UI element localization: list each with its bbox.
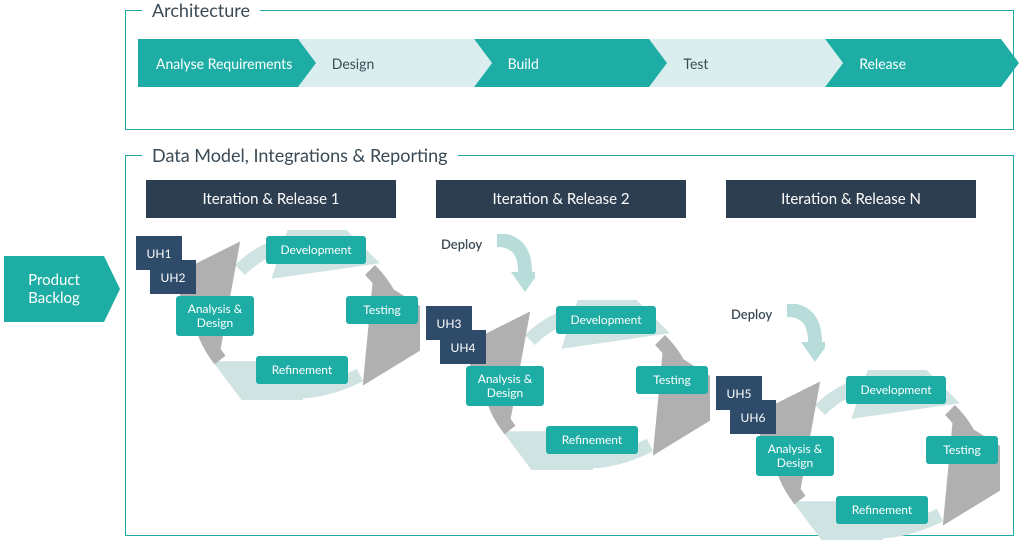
- stage-text: Development: [280, 243, 351, 257]
- iteration-header-3: Iteration & Release N: [726, 180, 976, 218]
- stage-analyse-requirements: Analyse Requirements: [138, 39, 298, 87]
- uh-label: UH4: [451, 340, 476, 355]
- stage-text: Analysis & Design: [474, 372, 536, 400]
- iteration-label: Iteration & Release 1: [202, 190, 339, 208]
- stage-release: Release: [825, 39, 1001, 87]
- backlog-line1: Product: [28, 271, 80, 289]
- stage-analysis-design: Analysis & Design: [466, 366, 544, 406]
- stage-text: Development: [860, 383, 931, 397]
- stage-refinement: Refinement: [546, 426, 638, 454]
- iteration-label: Iteration & Release 2: [492, 190, 629, 208]
- uh-label: UH1: [147, 246, 172, 261]
- iteration-header-2: Iteration & Release 2: [436, 180, 686, 218]
- architecture-panel: Architecture Analyse Requirements Design…: [125, 10, 1014, 130]
- stage-refinement: Refinement: [836, 496, 928, 524]
- stage-development: Development: [846, 376, 946, 404]
- iteration-label: Iteration & Release N: [781, 190, 921, 208]
- deploy-arrow-icon: [781, 304, 825, 364]
- uh-chip-6: UH6: [730, 400, 776, 434]
- architecture-chevron-row: Analyse Requirements Design Build Test R…: [138, 39, 1001, 87]
- stage-text: Refinement: [562, 433, 622, 447]
- stage-text: Development: [570, 313, 641, 327]
- stage-text: Refinement: [852, 503, 912, 517]
- stage-testing: Testing: [636, 366, 708, 394]
- stage-text: Testing: [943, 443, 980, 457]
- iteration-header-1: Iteration & Release 1: [146, 180, 396, 218]
- deploy-label-1: Deploy: [441, 236, 482, 252]
- stage-label: Release: [859, 55, 906, 72]
- stage-testing: Testing: [926, 436, 998, 464]
- cycle-2: UH3 UH4 Development Testing Refinement A…: [426, 296, 716, 486]
- stage-design: Design: [298, 39, 474, 87]
- stage-label: Build: [508, 55, 539, 72]
- stage-testing: Testing: [346, 296, 418, 324]
- stage-analysis-design: Analysis & Design: [756, 436, 834, 476]
- stage-build: Build: [474, 39, 650, 87]
- stage-development: Development: [266, 236, 366, 264]
- uh-label: UH2: [161, 270, 186, 285]
- stage-label: Design: [332, 55, 374, 72]
- stage-text: Analysis & Design: [764, 442, 826, 470]
- deploy-label-2: Deploy: [731, 306, 772, 322]
- stage-analysis-design: Analysis & Design: [176, 296, 254, 336]
- cycle-3: UH5 UH6 Development Testing Refinement A…: [716, 366, 1006, 556]
- product-backlog-badge: Product Backlog: [4, 256, 104, 322]
- cycle-1: UH1 UH2 Development Testing Refinement A…: [136, 226, 426, 416]
- stage-text: Analysis & Design: [184, 302, 246, 330]
- data-model-panel: Data Model, Integrations & Reporting Pro…: [125, 155, 1014, 536]
- stage-label: Test: [683, 55, 708, 72]
- uh-label: UH3: [437, 316, 462, 331]
- backlog-line2: Backlog: [28, 289, 80, 307]
- uh-label: UH5: [727, 386, 752, 401]
- stage-refinement: Refinement: [256, 356, 348, 384]
- stage-text: Testing: [363, 303, 400, 317]
- uh-chip-4: UH4: [440, 330, 486, 364]
- uh-label: UH6: [741, 410, 766, 425]
- stage-label: Analyse Requirements: [156, 55, 292, 72]
- stage-test: Test: [649, 39, 825, 87]
- architecture-title: Architecture: [142, 0, 260, 21]
- deploy-arrow-icon: [491, 234, 535, 294]
- stage-text: Refinement: [272, 363, 332, 377]
- stage-text: Testing: [653, 373, 690, 387]
- stage-development: Development: [556, 306, 656, 334]
- uh-chip-2: UH2: [150, 260, 196, 294]
